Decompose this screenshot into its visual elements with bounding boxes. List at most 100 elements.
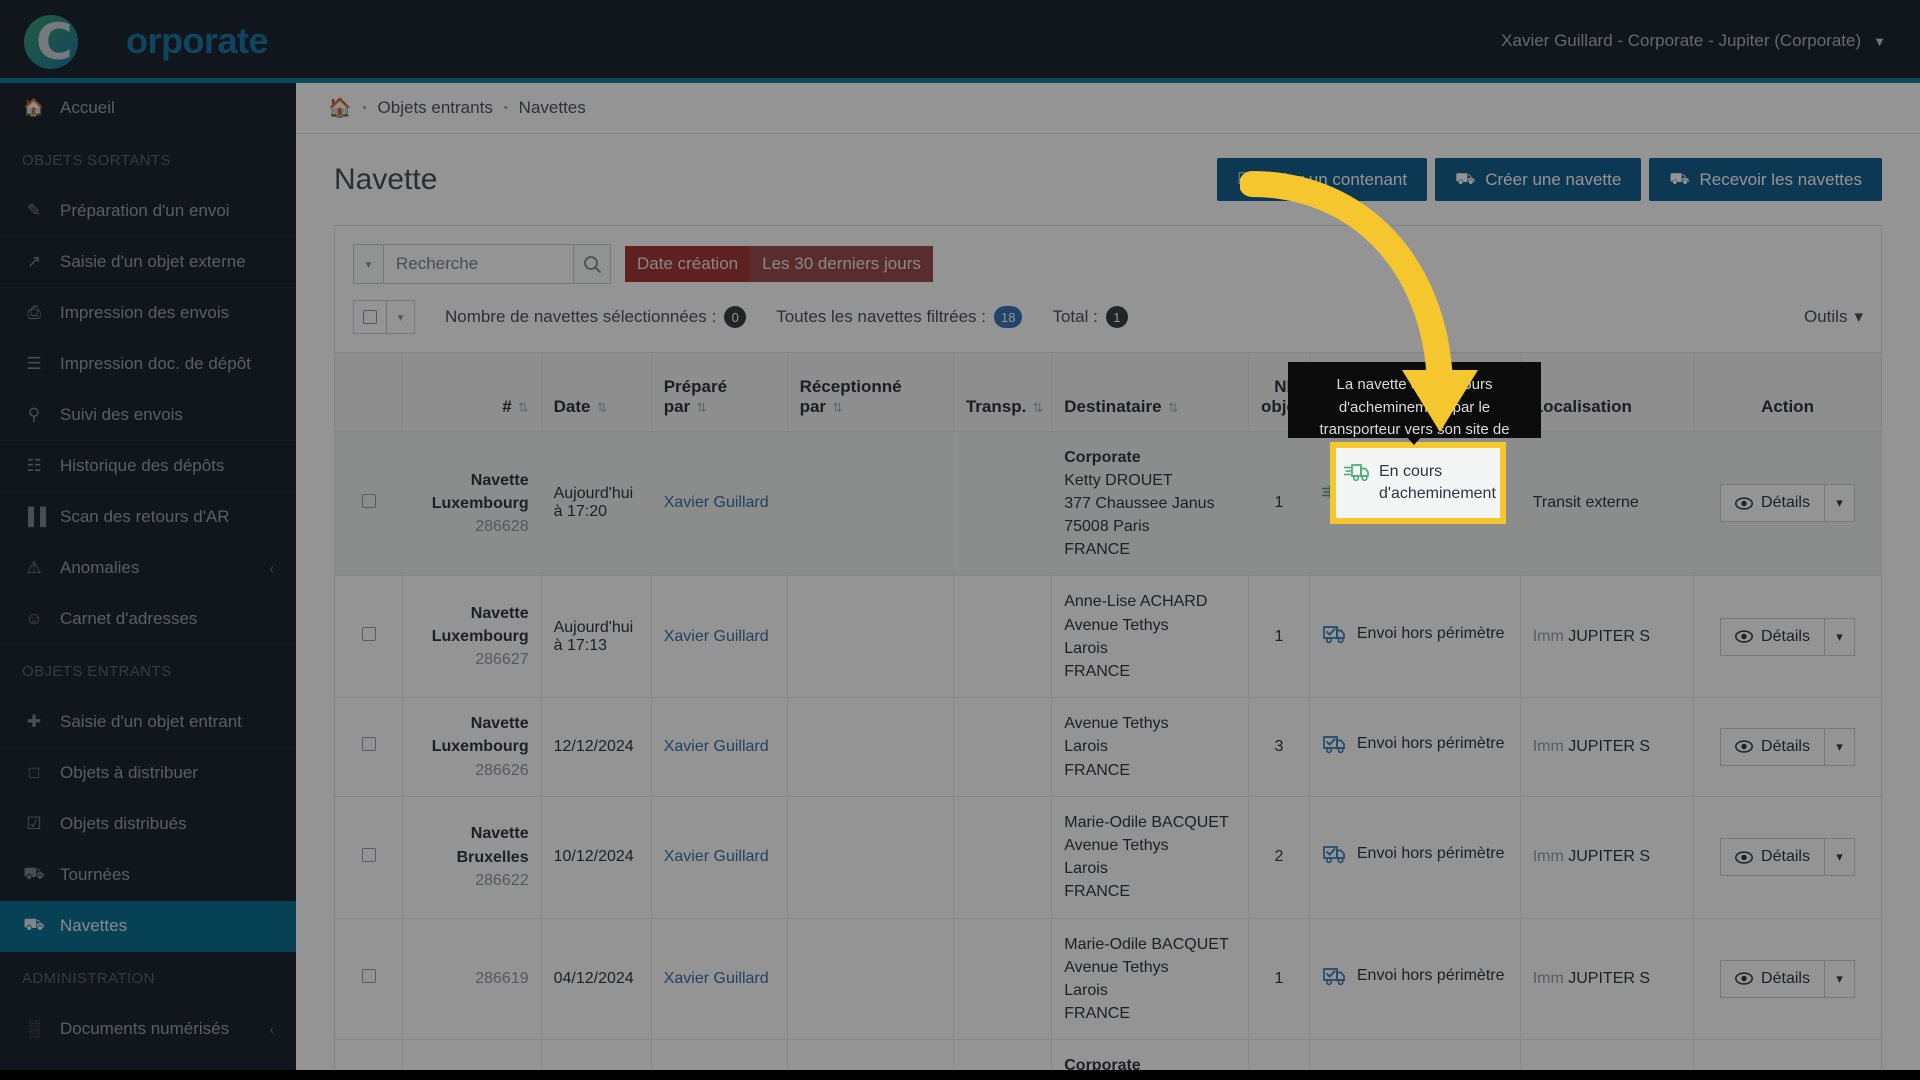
search-button[interactable]	[573, 244, 611, 284]
sort-icon[interactable]: ⇅	[696, 400, 707, 415]
breadcrumb-item-navettes[interactable]: Navettes	[519, 98, 586, 118]
received-by-cell	[787, 918, 954, 1041]
sort-icon[interactable]: ⇅	[832, 400, 843, 415]
sort-icon[interactable]: ⇅	[518, 400, 529, 415]
table-row[interactable]: Navette Bruxelles 286622 10/12/2024 Xavier …	[335, 796, 1881, 919]
recipient-line: FRANCE	[1064, 663, 1131, 680]
table-header: # ⇅ Date ⇅ Préparé par ⇅ Réceptionné par ⇅ Trans…	[335, 353, 1881, 432]
sidebar-item-anomalies[interactable]: ⚠ Anomalies ‹	[0, 543, 296, 594]
select-all-checkbox[interactable]	[353, 300, 387, 334]
sidebar-item-saisie-d-un-objet-entrant[interactable]: ✚ Saisie d'un objet entrant	[0, 697, 296, 748]
row-select-cell[interactable]	[335, 697, 404, 797]
row-checkbox[interactable]	[361, 627, 376, 642]
sidebar-item-impression-doc-de-d-p-t[interactable]: ☰ Impression doc. de dépôt	[0, 339, 296, 390]
details-label: Détails	[1761, 848, 1810, 866]
status-tooltip: La navette est en cours d'acheminement p…	[1288, 362, 1541, 438]
sidebar-item-label: Objets distribués	[60, 814, 187, 833]
sidebar-item-accueil[interactable]: 🏠 Accueil	[0, 83, 296, 134]
column-header-label: Transp.	[965, 396, 1027, 416]
table-row[interactable]: Navette Luxembourg 286628 Aujourd'hui à 17…	[335, 431, 1881, 577]
prepared-by-link[interactable]: Xavier Guillard	[664, 494, 769, 511]
row-select-cell[interactable]	[335, 431, 404, 577]
details-button[interactable]: Détails	[1720, 727, 1825, 766]
search-scope-dropdown[interactable]: ▾	[353, 244, 383, 284]
sidebar-item-saisie-d-un-objet-externe[interactable]: ↗ Saisie d'un objet externe	[0, 237, 296, 288]
sidebar-item-label: Navettes	[60, 916, 128, 935]
brand-area[interactable]: C orporate	[0, 0, 296, 82]
button-recevoir-les-navettes[interactable]: ⛟ Recevoir les navettes	[1649, 158, 1882, 201]
breadcrumb-separator: •	[503, 102, 508, 114]
square-icon: □	[28, 763, 40, 782]
table-row[interactable]: Navette Luxembourg 286626 12/12/2024 Xavier…	[335, 697, 1881, 797]
column-header-r-ceptionn-par[interactable]: Réceptionné par ⇅	[787, 353, 954, 432]
sidebar-item-objets-distribu-s[interactable]: ☑ Objets distribués	[0, 799, 296, 850]
column-header-date[interactable]: Date ⇅	[541, 353, 652, 432]
sidebar-item-scan-des-retours-d-ar[interactable]: ▐▐ Scan des retours d'AR	[0, 492, 296, 543]
location-cell: Imm JUPITER S	[1520, 918, 1695, 1041]
search-input[interactable]	[383, 244, 573, 284]
breadcrumb-item-objets-entrants[interactable]: Objets entrants	[378, 98, 493, 118]
row-checkbox[interactable]	[361, 847, 376, 862]
warning-icon: ⚠	[26, 558, 42, 577]
row-checkbox[interactable]	[361, 493, 376, 508]
sidebar-item-suivi-des-envois[interactable]: ⚲ Suivi des envois	[0, 390, 296, 441]
column-header-pr-par-par[interactable]: Préparé par ⇅	[651, 353, 788, 432]
prepared-by-link[interactable]: Xavier Guillard	[664, 738, 769, 755]
prepared-by-link[interactable]: Xavier Guillard	[664, 628, 769, 645]
sort-icon[interactable]: ⇅	[1032, 400, 1043, 415]
column-header-transp[interactable]: Transp. ⇅	[953, 353, 1053, 432]
transporter-cell	[953, 575, 1053, 699]
date-filter-tag[interactable]: Date création Les 30 derniers jours	[625, 246, 933, 282]
sidebar-item-documents-num-ris-s[interactable]: ░ Documents numérisés ‹	[0, 1004, 296, 1055]
eye-icon	[1735, 850, 1753, 864]
logo-letter: C	[36, 13, 73, 71]
sidebar-item-tourn-es[interactable]: ⛟ Tournées	[0, 850, 296, 901]
row-checkbox[interactable]	[361, 737, 376, 752]
date-filter-label: Date création	[625, 246, 751, 282]
sidebar-item-pr-paration-d-un-envoi[interactable]: ✎ Préparation d'un envoi	[0, 186, 296, 237]
action-dropdown-toggle[interactable]: ▾	[1824, 617, 1855, 656]
recipient-line: Larois	[1064, 738, 1108, 756]
table-row[interactable]: Navette Luxembourg 286627 Aujourd'hui à 17…	[335, 575, 1881, 699]
action-dropdown-toggle[interactable]: ▾	[1824, 727, 1855, 766]
action-dropdown-toggle[interactable]: ▾	[1824, 838, 1855, 877]
chevron-down-icon: ▾	[365, 258, 372, 271]
navette-id: 286627	[475, 651, 529, 669]
highlighted-status-cell[interactable]: En cours d'acheminement	[1330, 442, 1506, 524]
sort-icon[interactable]: ⇅	[1168, 400, 1179, 415]
row-select-cell[interactable]	[335, 918, 404, 1041]
column-header-destinataire[interactable]: Destinataire ⇅	[1051, 353, 1249, 432]
row-select-cell[interactable]	[335, 575, 404, 699]
row-select-cell[interactable]	[335, 796, 404, 919]
details-button[interactable]: Détails	[1720, 484, 1825, 523]
sidebar-item-objets-distribuer[interactable]: □ Objets à distribuer	[0, 748, 296, 799]
details-button[interactable]: Détails	[1720, 959, 1825, 998]
tools-dropdown[interactable]: Outils ▾	[1804, 307, 1863, 327]
details-button[interactable]: Détails	[1720, 617, 1825, 656]
sidebar-item-impression-des-envois[interactable]: ⎙ Impression des envois	[0, 288, 296, 339]
user-menu[interactable]: Xavier Guillard - Corporate - Jupiter (C…	[1501, 31, 1920, 51]
navette-id: 286626	[475, 761, 529, 779]
home-icon[interactable]: 🏠	[328, 96, 352, 120]
location-cell: Imm JUPITER S	[1520, 697, 1695, 797]
button-cr-er-un-contenant[interactable]: ☐ Créer un contenant	[1217, 158, 1428, 201]
sidebar-item-label: Préparation d'un envoi	[60, 201, 230, 220]
table-row[interactable]: 286619 04/12/2024 Xavier Guillard Marie-Odi…	[335, 918, 1881, 1041]
action-dropdown-toggle[interactable]: ▾	[1824, 484, 1855, 523]
row-checkbox[interactable]	[361, 969, 376, 984]
recipient-line: Ketty DROUET	[1064, 471, 1173, 489]
sidebar-item-navettes[interactable]: ⛟ Navettes	[0, 901, 296, 952]
details-button[interactable]: Détails	[1720, 838, 1825, 877]
prepared-by-link[interactable]: Xavier Guillard	[664, 970, 769, 987]
action-dropdown-toggle[interactable]: ▾	[1824, 959, 1855, 998]
button-cr-er-une-navette[interactable]: ⛟ Créer une navette	[1435, 158, 1642, 201]
column-header-[interactable]: # ⇅	[402, 353, 542, 432]
sidebar-item-carnet-d-adresses[interactable]: ☺ Carnet d'adresses	[0, 594, 296, 645]
sidebar-item-historique-des-d-p-ts[interactable]: ☷ Historique des dépôts	[0, 441, 296, 492]
sort-icon[interactable]: ⇅	[596, 400, 607, 415]
prepared-by-link[interactable]: Xavier Guillard	[664, 848, 769, 865]
select-all-dropdown[interactable]: ▾	[387, 300, 415, 334]
selected-count: Nombre de navettes sélectionnées : 0	[445, 306, 747, 328]
viewport-bottom-strip	[0, 1070, 1920, 1080]
filter-toolbar: ▾ Date création Les 30 derniers jours	[335, 226, 1881, 294]
